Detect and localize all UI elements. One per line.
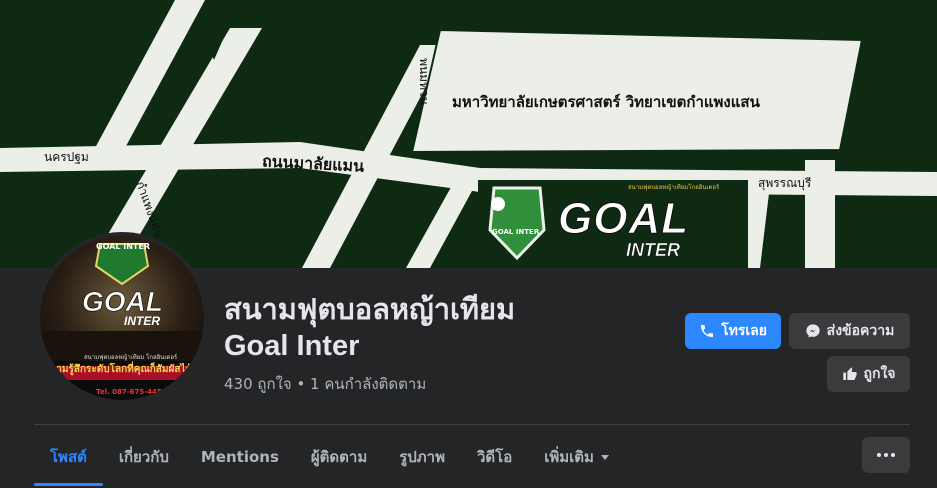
tab-videos-label: วิดีโอ <box>477 447 513 466</box>
map-label-main-road: ถนนมาลัยแมน <box>261 151 365 176</box>
page-title-line-2: Goal Inter <box>224 330 360 362</box>
tab-followers[interactable]: ผู้ติดตาม <box>295 425 383 488</box>
cover-logo-text-goal: GOAL <box>557 194 690 244</box>
profile-picture[interactable]: GOAL INTER GOAL INTER สนามฟุตบอลหญ้าเทีย… <box>36 232 208 404</box>
page-title-line-1: สนามฟุตบอลหญ้าเทียม <box>224 294 516 326</box>
page-title: สนามฟุตบอลหญ้าเทียม Goal Inter <box>224 292 664 364</box>
cover-map <box>0 0 937 268</box>
call-now-button[interactable]: โทรเลย <box>685 313 781 349</box>
more-options-button[interactable] <box>862 437 910 473</box>
avatar-small-line: สนามฟุตบอลหญ้าเทียม โกลอินเตอร์ <box>84 354 178 361</box>
more-dots-icon <box>877 453 881 457</box>
messenger-icon <box>805 324 820 338</box>
avatar-phone: Tel. 087-675-4451 <box>96 388 167 396</box>
tab-photos[interactable]: รูปภาพ <box>383 425 461 488</box>
map-label-left-road: นครปฐม <box>44 150 89 164</box>
cover-logo-text-inter: INTER <box>626 240 681 261</box>
tab-followers-label: ผู้ติดตาม <box>310 447 368 466</box>
tab-photos-label: รูปภาพ <box>399 447 445 466</box>
cover-photo[interactable]: มหาวิทยาลัยเกษตรศาสตร์ วิทยาเขตกำแพงแสน … <box>0 0 937 268</box>
like-page-label: ถูกใจ <box>863 366 896 382</box>
tab-more[interactable]: เพิ่มเติม <box>528 425 626 488</box>
tab-mentions[interactable]: Mentions <box>185 425 295 488</box>
avatar-tagline: ความรู้สึกระดับโลกที่คุณก็สัมผัสได้ <box>44 364 192 375</box>
avatar-badge-text: GOAL INTER <box>96 242 150 251</box>
more-dot <box>891 453 895 457</box>
tab-videos[interactable]: วิดีโอ <box>461 425 528 488</box>
cover-logo-caption: สนามฟุตบอลหญ้าเทียมโกลอินเตอร์ <box>628 184 720 191</box>
page-tabs: โพสต์ เกี่ยวกับ Mentions ผู้ติดตาม รูปภา… <box>34 425 626 488</box>
send-message-button[interactable]: ส่งข้อความ <box>789 313 910 349</box>
like-page-button[interactable]: ถูกใจ <box>827 356 910 392</box>
map-label-vertical-top: พนมทวน <box>416 58 431 105</box>
call-now-label: โทรเลย <box>721 323 767 339</box>
map-label-right-road: สุพรรณบุรี <box>758 176 812 190</box>
thumbs-up-icon <box>842 367 857 380</box>
phone-icon <box>701 325 714 337</box>
tab-about-label: เกี่ยวกับ <box>118 447 169 466</box>
tab-posts-label: โพสต์ <box>50 447 87 466</box>
tab-more-label: เพิ่มเติม <box>544 447 594 466</box>
tab-posts[interactable]: โพสต์ <box>34 425 103 488</box>
tab-mentions-label: Mentions <box>200 447 279 466</box>
cover-logo-badge: GOAL INTER <box>492 228 540 236</box>
page-stats[interactable]: 430 ถูกใจ • 1 คนกำลังติดตาม <box>224 372 426 396</box>
more-dot <box>884 453 888 457</box>
tab-about[interactable]: เกี่ยวกับ <box>103 425 185 488</box>
send-message-label: ส่งข้อความ <box>826 323 895 339</box>
caret-down-icon <box>600 454 609 460</box>
map-label-university: มหาวิทยาลัยเกษตรศาสตร์ วิทยาเขตกำแพงแสน <box>452 93 760 111</box>
avatar-title-inter: INTER <box>124 314 160 328</box>
